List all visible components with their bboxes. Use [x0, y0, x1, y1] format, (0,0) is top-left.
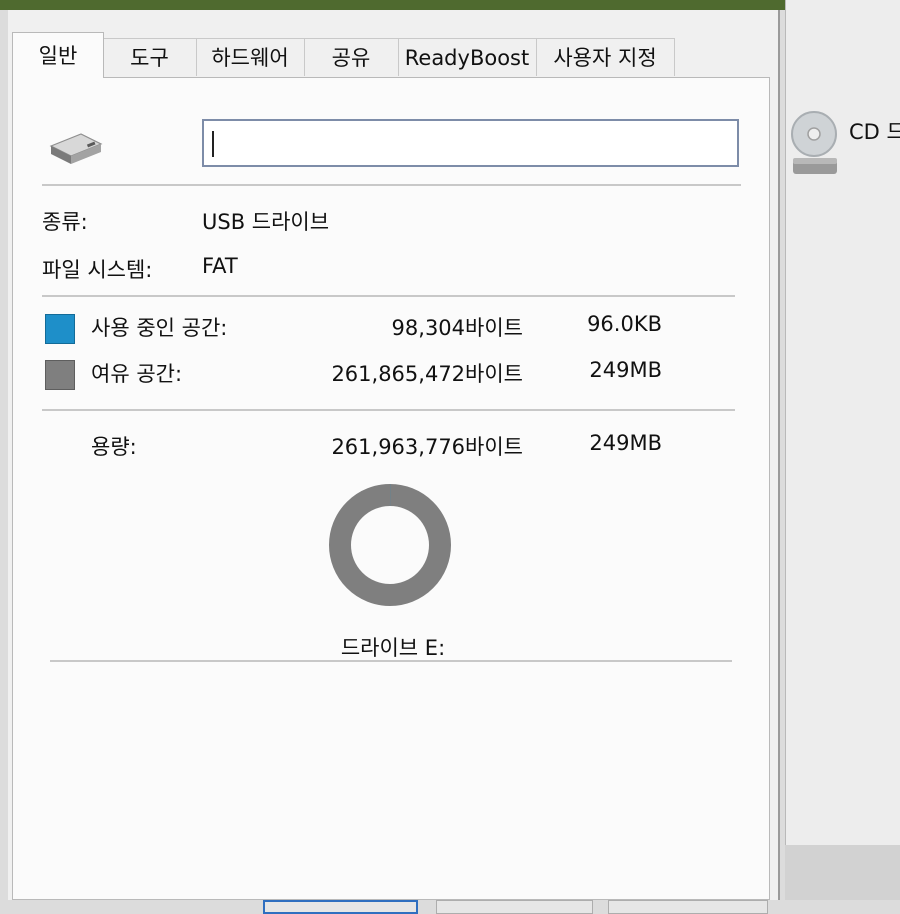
capacity-bytes: 261,963,776바이트 — [331, 435, 523, 459]
tab-sharing[interactable]: 공유 — [303, 38, 399, 76]
usb-drive-icon — [49, 133, 103, 164]
filesystem-value: FAT — [202, 254, 238, 278]
separator-middle — [42, 295, 735, 297]
tab-general[interactable]: 일반 — [12, 32, 104, 78]
cancel-button[interactable] — [436, 900, 593, 914]
separator-lower — [42, 409, 735, 411]
drive-properties-dialog: 사용자 지정 ReadyBoost 공유 하드웨어 도구 일반 종류: USB … — [8, 10, 780, 914]
apply-button[interactable] — [608, 900, 768, 914]
cd-drive-icon — [791, 111, 837, 174]
filesystem-label: 파일 시스템: — [42, 258, 153, 282]
capacity-label: 용량: — [91, 435, 137, 459]
tab-strip: 사용자 지정 ReadyBoost 공유 하드웨어 도구 일반 — [8, 32, 778, 78]
type-value: USB 드라이브 — [202, 210, 330, 234]
drive-letter-label: 드라이브 E: — [340, 636, 446, 660]
tab-tools[interactable]: 도구 — [102, 38, 197, 76]
used-space-size: 96.0KB — [587, 312, 662, 336]
background-explorer-window: CD 드 — [785, 0, 900, 845]
used-space-swatch — [45, 314, 75, 344]
free-space-swatch — [45, 360, 75, 390]
drive-name-input[interactable] — [202, 119, 739, 167]
type-label: 종류: — [42, 210, 88, 234]
tab-customize[interactable]: 사용자 지정 — [535, 38, 675, 76]
text-caret — [212, 131, 214, 157]
separator-bottom — [50, 660, 732, 662]
free-space-label: 여유 공간: — [91, 362, 183, 386]
free-space-bytes: 261,865,472바이트 — [331, 362, 523, 386]
tab-readyboost[interactable]: ReadyBoost — [397, 38, 537, 76]
tab-hardware[interactable]: 하드웨어 — [195, 38, 305, 76]
general-tab-panel: 종류: USB 드라이브 파일 시스템: FAT 사용 중인 공간: 98,30… — [12, 77, 770, 900]
free-space-size: 249MB — [589, 358, 662, 382]
capacity-size: 249MB — [589, 431, 662, 455]
separator-top — [42, 184, 741, 186]
donut-free-ring — [329, 484, 451, 606]
window-title-strip — [0, 0, 785, 10]
usage-donut-chart — [329, 484, 451, 606]
used-space-label: 사용 중인 공간: — [91, 316, 228, 340]
cd-drive-label[interactable]: CD 드 — [849, 116, 900, 146]
background-window-footer — [785, 845, 900, 900]
ok-button[interactable] — [263, 900, 418, 914]
used-space-bytes: 98,304바이트 — [391, 316, 523, 340]
